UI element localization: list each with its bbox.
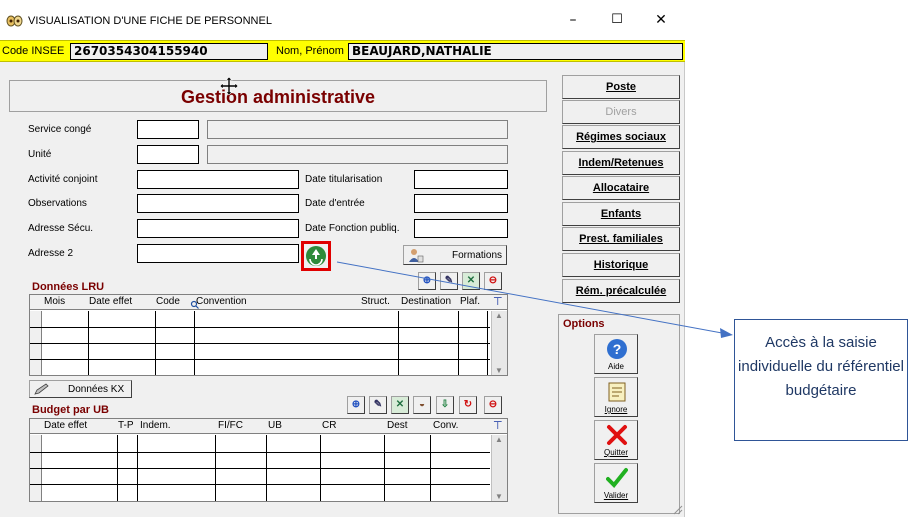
annotation-callout: Accès à la saisie individuelle du référe… xyxy=(734,319,908,441)
callout-text: Accès à la saisie individuelle du référe… xyxy=(738,334,904,399)
